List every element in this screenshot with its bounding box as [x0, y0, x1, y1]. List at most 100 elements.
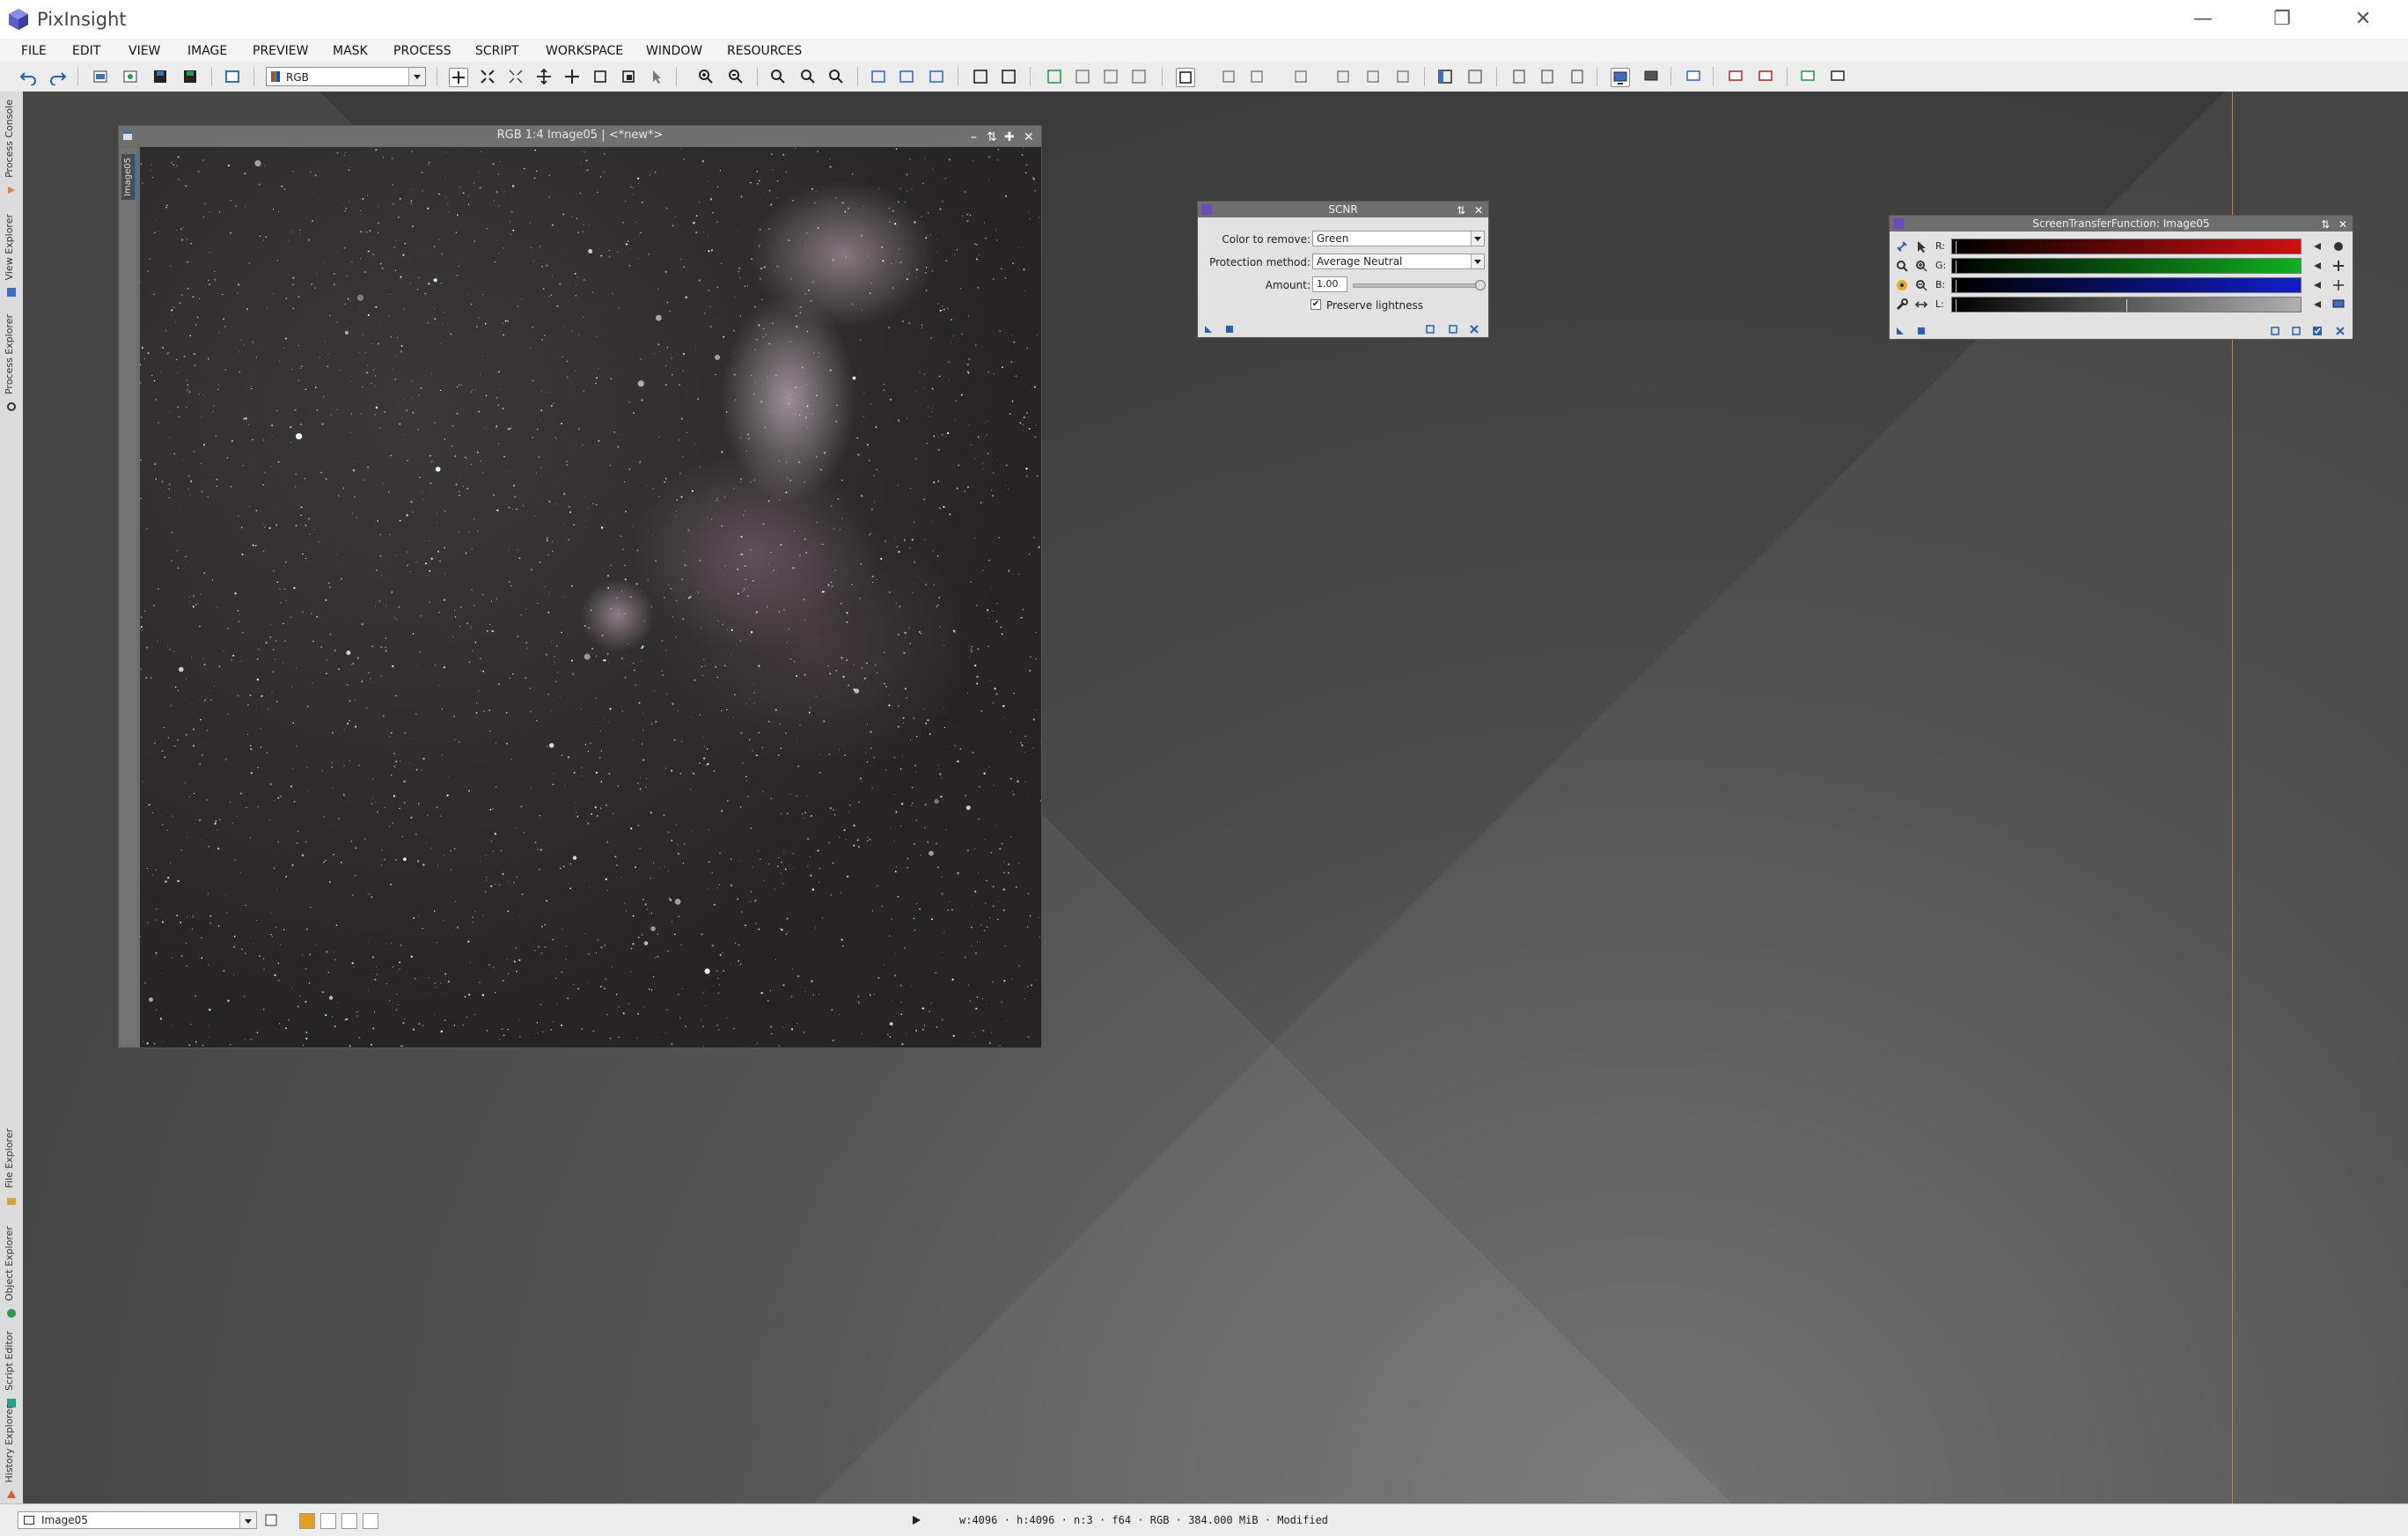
- reset-channel-icon[interactable]: [2310, 298, 2324, 312]
- script-button[interactable]: [1220, 68, 1237, 85]
- pointer-icon[interactable]: [1914, 239, 1928, 254]
- dock-tab-process-explorer[interactable]: Process Explorer: [0, 305, 23, 415]
- menu-view[interactable]: VIEW: [128, 44, 160, 58]
- dock-tab-file-explorer[interactable]: File Explorer: [0, 1100, 23, 1209]
- new-image-button[interactable]: [92, 68, 109, 85]
- redo-button[interactable]: [49, 68, 67, 85]
- zoom-icon[interactable]: [1895, 259, 1909, 273]
- stf-channel-slider[interactable]: [1951, 277, 2302, 293]
- dock-tab-process-console[interactable]: Process Console: [0, 93, 23, 199]
- fit-window-button[interactable]: [898, 68, 915, 85]
- browse-documentation-icon[interactable]: [2270, 326, 2280, 336]
- menu-process[interactable]: PROCESS: [393, 44, 452, 58]
- history-button[interactable]: [1334, 68, 1352, 85]
- undo-button[interactable]: [19, 68, 37, 85]
- image-window-title-bar[interactable]: RGB 1:4 Image05 | <*new*> – ⇅ ✚ ✕: [119, 126, 1041, 145]
- gamut-check-button[interactable]: [1757, 68, 1774, 85]
- stf-toggle-button[interactable]: [1611, 68, 1630, 87]
- iconize-button[interactable]: ⇅: [987, 128, 997, 147]
- image-viewport[interactable]: [140, 147, 1041, 1047]
- fits-header-button[interactable]: [1568, 68, 1586, 85]
- workspace-settings-button[interactable]: [1829, 68, 1846, 85]
- reset-channel-icon[interactable]: [2310, 278, 2324, 292]
- auto-stretch-icon[interactable]: [2331, 239, 2346, 254]
- readout-mode-button[interactable]: [449, 68, 468, 87]
- close-button[interactable]: ✕: [1474, 202, 1483, 218]
- restore-button[interactable]: ❐: [2251, 4, 2313, 35]
- format-explorer-button[interactable]: [1510, 68, 1528, 85]
- workspace-1-button[interactable]: [299, 1513, 315, 1529]
- menu-window[interactable]: WINDOW: [646, 44, 702, 58]
- history-back-button[interactable]: [1364, 68, 1382, 85]
- dock-tab-history-explorer[interactable]: History Explorer: [0, 1405, 23, 1503]
- open-button[interactable]: [121, 68, 139, 85]
- panel-button[interactable]: [1466, 68, 1484, 85]
- zoom-out-button[interactable]: [727, 68, 745, 85]
- reset-icon[interactable]: [1469, 324, 1479, 334]
- apply-icon[interactable]: [1916, 326, 1927, 336]
- link-icon[interactable]: [1895, 239, 1909, 254]
- save-button[interactable]: [151, 68, 169, 85]
- play-icon[interactable]: [910, 1514, 922, 1526]
- stf-channel-slider[interactable]: [1951, 297, 2302, 312]
- explorer-button[interactable]: [1436, 68, 1454, 85]
- zoom-1-2-button[interactable]: [827, 68, 845, 85]
- workspace-2-button[interactable]: [320, 1513, 336, 1529]
- browse-documentation-icon[interactable]: [1425, 324, 1435, 334]
- dock-tab-script-editor[interactable]: Script Editor: [0, 1326, 23, 1412]
- scnr-window[interactable]: SCNR ⇅ ✕ Color to remove: Green Protecti…: [1197, 201, 1489, 338]
- shade-button[interactable]: ⇅: [2321, 217, 2330, 232]
- preserve-lightness-checkbox[interactable]: ✔: [1310, 299, 1321, 310]
- reset-channel-icon[interactable]: [2310, 239, 2324, 254]
- reset-icon[interactable]: [2335, 326, 2346, 336]
- view-selector[interactable]: Image05: [18, 1511, 257, 1529]
- select-button[interactable]: [648, 68, 665, 85]
- zoom-out-icon[interactable]: [1914, 278, 1928, 292]
- zoom-fit-button[interactable]: [479, 68, 496, 85]
- color-to-remove-combo[interactable]: Green: [1312, 231, 1485, 246]
- menu-preview[interactable]: PREVIEW: [253, 44, 308, 58]
- zoom-in-icon[interactable]: [1914, 259, 1928, 273]
- zoom-2-1-button[interactable]: [799, 68, 817, 85]
- view-tab-image05[interactable]: Image05: [121, 154, 136, 201]
- track-view-icon[interactable]: [1448, 324, 1458, 334]
- track-view-icon[interactable]: [2312, 326, 2323, 336]
- center-button[interactable]: [563, 68, 581, 85]
- midtones-marker[interactable]: [2126, 299, 2127, 312]
- process-explorer-button[interactable]: [1176, 68, 1195, 87]
- new-preview-button[interactable]: [591, 68, 609, 85]
- apply-icon[interactable]: [1224, 324, 1235, 334]
- horizontal-arrows-icon[interactable]: [1914, 298, 1928, 312]
- move-arrows-icon[interactable]: [2331, 278, 2346, 292]
- workspace-4-button[interactable]: [363, 1513, 378, 1529]
- menu-file[interactable]: FILE: [21, 44, 47, 58]
- view-list-icon[interactable]: [264, 1513, 278, 1527]
- menu-mask[interactable]: MASK: [333, 44, 368, 58]
- history-forward-button[interactable]: [1394, 68, 1412, 85]
- fit-view-button[interactable]: [870, 68, 887, 85]
- document-icon[interactable]: [2291, 326, 2302, 336]
- save-as-button[interactable]: [181, 68, 199, 85]
- close-button[interactable]: ✕: [2338, 217, 2347, 232]
- edit-preview-button[interactable]: [620, 68, 637, 85]
- script-run-button[interactable]: [1248, 68, 1266, 85]
- menu-workspace[interactable]: WORKSPACE: [546, 44, 623, 58]
- menu-script[interactable]: SCRIPT: [475, 44, 519, 58]
- mask-remove-button[interactable]: [1130, 68, 1148, 85]
- maximize-button[interactable]: ✚: [1004, 128, 1015, 147]
- amount-input[interactable]: 1.00: [1312, 276, 1347, 292]
- amount-slider-track[interactable]: [1353, 280, 1486, 290]
- menu-resources[interactable]: RESOURCES: [727, 44, 802, 58]
- close-button[interactable]: ✕: [2332, 4, 2394, 35]
- minimize-button[interactable]: —: [2172, 4, 2234, 35]
- zoom-in-button[interactable]: [697, 68, 715, 85]
- pan-button[interactable]: [535, 68, 553, 85]
- image-window[interactable]: RGB 1:4 Image05 | <*new*> – ⇅ ✚ ✕ Image0…: [118, 125, 1042, 1048]
- window-menu-icon[interactable]: [122, 130, 133, 141]
- dock-tab-object-explorer[interactable]: Object Explorer: [0, 1213, 23, 1322]
- protection-method-combo[interactable]: Average Neutral: [1312, 254, 1485, 269]
- screenshot-button[interactable]: [224, 68, 241, 85]
- cascade-button[interactable]: [1000, 68, 1017, 85]
- mask-button[interactable]: [1046, 68, 1063, 85]
- radiation-icon[interactable]: [1895, 278, 1909, 292]
